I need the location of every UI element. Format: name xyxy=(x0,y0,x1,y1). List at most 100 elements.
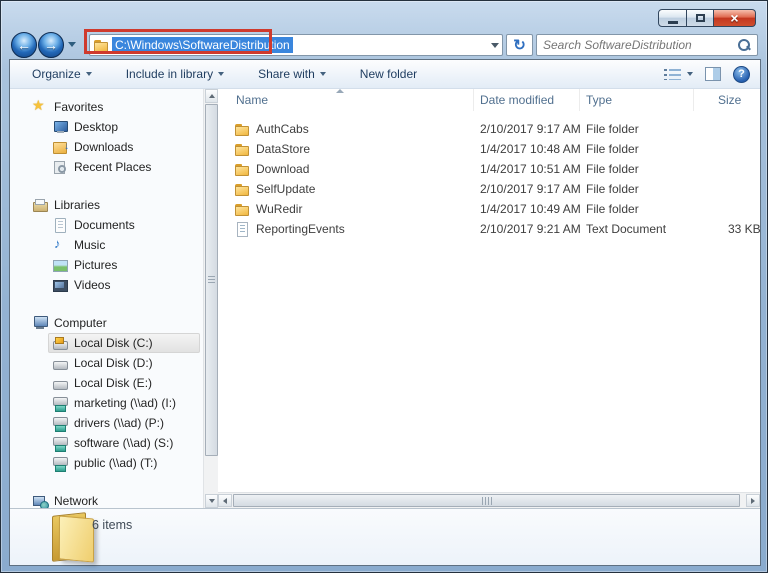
file-row[interactable]: Download 1/4/2017 10:51 AM File folder xyxy=(218,159,760,179)
file-type-icon xyxy=(234,161,250,177)
help-button[interactable]: ? xyxy=(733,66,750,83)
scroll-right-button[interactable] xyxy=(746,494,760,507)
toolbar-button[interactable]: Include in library xyxy=(126,67,224,81)
file-name: SelfUpdate xyxy=(256,182,315,196)
column-header-date-modified[interactable]: Date modified xyxy=(474,89,580,111)
file-row[interactable]: AuthCabs 2/10/2017 9:17 AM File folder xyxy=(218,119,760,139)
sidebar-item[interactable]: Local Disk (E:) xyxy=(10,373,203,393)
drive-icon xyxy=(52,355,68,371)
file-type: File folder xyxy=(580,122,694,136)
details-pane: 6 items xyxy=(10,508,760,565)
sidebar-item[interactable]: public (\\ad) (T:) xyxy=(10,453,203,473)
close-button[interactable]: × xyxy=(714,9,756,27)
file-type: File folder xyxy=(580,142,694,156)
sidebar-item-label: marketing (\\ad) (I:) xyxy=(74,396,176,410)
scroll-up-button[interactable] xyxy=(205,89,218,103)
sidebar-item-label: Pictures xyxy=(74,258,117,272)
sidebar-scrollbar[interactable] xyxy=(203,89,218,508)
file-type-icon xyxy=(234,201,250,217)
file-row[interactable]: ReportingEvents 2/10/2017 9:21 AM Text D… xyxy=(218,219,760,239)
sidebar-item[interactable]: Pictures xyxy=(10,255,203,275)
file-size: 33 KB xyxy=(694,222,760,236)
sidebar-group-computer[interactable]: Computer xyxy=(10,313,203,333)
libraries-group: Libraries Documents Music xyxy=(10,195,203,295)
window-controls: × xyxy=(658,9,756,27)
sidebar-group-favorites[interactable]: Favorites xyxy=(10,97,203,117)
back-button[interactable]: ← xyxy=(11,32,37,58)
navigation-bar: ← → C:\Windows\SoftwareDistribution ↻ xyxy=(9,31,761,58)
search-input[interactable] xyxy=(543,38,737,52)
address-dropdown-icon[interactable] xyxy=(491,43,499,48)
file-type: File folder xyxy=(580,162,694,176)
address-bar[interactable]: C:\Windows\SoftwareDistribution xyxy=(89,34,503,56)
refresh-button[interactable]: ↻ xyxy=(506,34,533,56)
sidebar-item[interactable]: Music xyxy=(10,235,203,255)
toolbar-button-label: Share with xyxy=(258,67,315,81)
sidebar-item-label: Recent Places xyxy=(74,160,151,174)
maximize-button[interactable] xyxy=(687,9,714,27)
column-header-size[interactable]: Size xyxy=(694,89,760,111)
toolbar-button[interactable]: New folder xyxy=(360,67,417,81)
scrollbar-thumb[interactable] xyxy=(205,104,218,456)
sidebar-item[interactable]: Local Disk (D:) xyxy=(10,353,203,373)
column-header-name[interactable]: Name xyxy=(218,89,474,111)
sidebar-item[interactable]: Downloads xyxy=(10,137,203,157)
client-area: Organize Include in library Share with N… xyxy=(9,59,761,566)
scrollbar-thumb[interactable] xyxy=(233,494,740,507)
minimize-button[interactable] xyxy=(658,9,687,27)
file-row[interactable]: WuRedir 1/4/2017 10:49 AM File folder xyxy=(218,199,760,219)
file-name: AuthCabs xyxy=(256,122,309,136)
sidebar-item[interactable]: Videos xyxy=(10,275,203,295)
scroll-left-button[interactable] xyxy=(218,494,232,507)
sidebar-group-libraries[interactable]: Libraries xyxy=(10,195,203,215)
horizontal-scrollbar[interactable] xyxy=(218,492,760,508)
sidebar-item[interactable]: Local Disk (C:) xyxy=(48,333,200,353)
sidebar-item[interactable]: marketing (\\ad) (I:) xyxy=(10,393,203,413)
sidebar-item-label: Local Disk (E:) xyxy=(74,376,152,390)
back-icon: ← xyxy=(17,37,31,53)
toolbar-button-label: Include in library xyxy=(126,67,213,81)
sidebar-group-network[interactable]: Network xyxy=(10,491,203,508)
file-row[interactable]: SelfUpdate 2/10/2017 9:17 AM File folder xyxy=(218,179,760,199)
drive-icon xyxy=(52,395,68,411)
toolbar-button[interactable]: Organize xyxy=(32,67,92,81)
sidebar-item[interactable]: software (\\ad) (S:) xyxy=(10,433,203,453)
file-type-icon xyxy=(234,181,250,197)
file-type-icon xyxy=(234,121,250,137)
sidebar-item-icon xyxy=(52,277,68,293)
sidebar-item-label: drivers (\\ad) (P:) xyxy=(74,416,164,430)
sort-ascending-icon xyxy=(336,89,344,93)
recent-pages-chevron-icon[interactable] xyxy=(68,42,76,47)
file-type: Text Document xyxy=(580,222,694,236)
star-icon xyxy=(32,99,48,115)
file-row[interactable]: DataStore 1/4/2017 10:48 AM File folder xyxy=(218,139,760,159)
forward-button[interactable]: → xyxy=(38,32,64,58)
sidebar-item[interactable]: drivers (\\ad) (P:) xyxy=(10,413,203,433)
file-date-modified: 1/4/2017 10:49 AM xyxy=(474,202,580,216)
sidebar-item[interactable]: Recent Places xyxy=(10,157,203,177)
toolbar-button-label: New folder xyxy=(360,67,417,81)
explorer-window: × ← → C:\Windows\SoftwareDistribution ↻ … xyxy=(0,0,768,573)
chevron-down-icon xyxy=(218,72,224,76)
scroll-up-icon xyxy=(209,94,215,98)
group-label: Libraries xyxy=(54,198,100,212)
change-view-button[interactable] xyxy=(664,68,681,81)
sidebar-item[interactable]: Documents xyxy=(10,215,203,235)
file-list-pane: Name Date modified Type Size AuthCabs 2/… xyxy=(218,89,760,508)
main-area: Favorites Desktop Downloads xyxy=(10,89,760,508)
change-view-chevron-icon[interactable] xyxy=(687,72,693,76)
sidebar-item-icon xyxy=(52,237,68,253)
sidebar-item-label: Documents xyxy=(74,218,135,232)
group-label: Favorites xyxy=(54,100,103,114)
scroll-down-button[interactable] xyxy=(205,494,218,508)
sidebar-item[interactable]: Desktop xyxy=(10,117,203,137)
address-path[interactable]: C:\Windows\SoftwareDistribution xyxy=(112,37,293,53)
preview-pane-button[interactable] xyxy=(705,67,721,81)
sidebar-item-label: Music xyxy=(74,238,105,252)
toolbar-button[interactable]: Share with xyxy=(258,67,326,81)
column-header-type[interactable]: Type xyxy=(580,89,694,111)
network-icon xyxy=(32,493,48,508)
search-box[interactable] xyxy=(536,34,758,56)
file-name: ReportingEvents xyxy=(256,222,345,236)
chevron-down-icon xyxy=(86,72,92,76)
